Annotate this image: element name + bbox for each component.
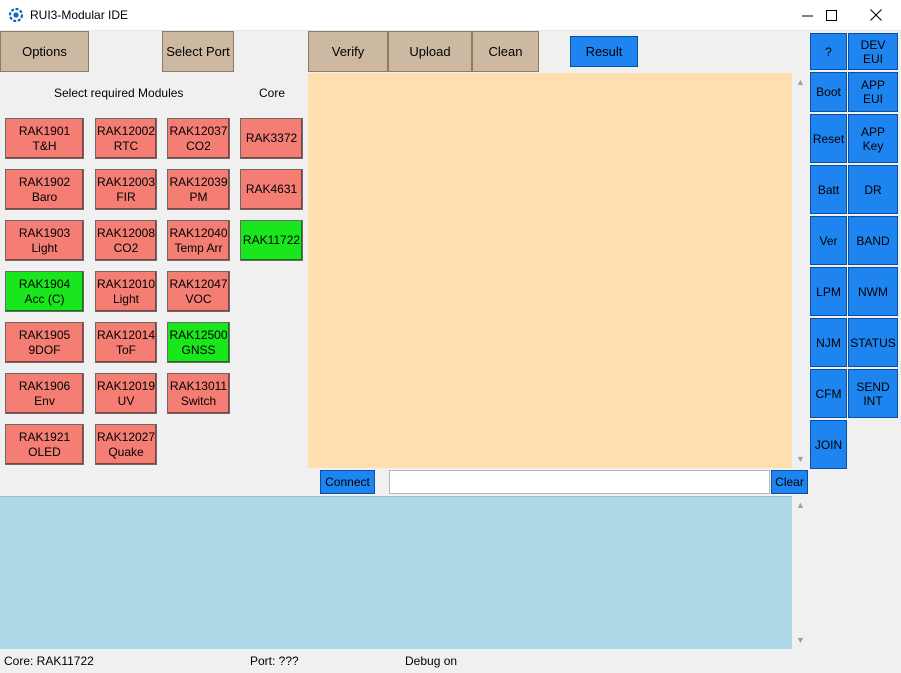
select-port-button[interactable]: Select Port (162, 31, 234, 72)
at-command-button[interactable]: DR (848, 165, 898, 214)
connect-button[interactable]: Connect (320, 470, 375, 494)
result-scrollbar[interactable]: ▲ ▼ (792, 73, 809, 468)
module-button[interactable]: RAK12037 CO2 (167, 118, 230, 159)
close-button[interactable] (853, 0, 899, 30)
core-button[interactable]: RAK3372 (240, 118, 303, 159)
module-button[interactable]: RAK12008 CO2 (95, 220, 157, 261)
serial-log-area[interactable] (0, 496, 792, 649)
close-icon (870, 9, 882, 21)
at-command-button[interactable]: DEV EUI (848, 33, 898, 70)
clear-button[interactable]: Clear (771, 470, 808, 494)
module-button[interactable]: RAK12039 PM (167, 169, 230, 210)
core-button[interactable]: RAK11722 (240, 220, 303, 261)
module-button[interactable]: RAK12003 FIR (95, 169, 157, 210)
result-button[interactable]: Result (570, 36, 638, 67)
at-command-button[interactable]: BAND (848, 216, 898, 265)
at-command-button[interactable]: JOIN (810, 420, 847, 469)
at-command-button[interactable]: Reset (810, 114, 847, 163)
scroll-up-icon[interactable]: ▲ (792, 498, 809, 512)
modules-heading: Select required Modules (54, 86, 184, 100)
at-command-button[interactable]: NJM (810, 318, 847, 367)
at-command-button[interactable]: APP EUI (848, 72, 898, 112)
status-port: Port: ??? (250, 654, 299, 668)
at-command-button[interactable]: Boot (810, 72, 847, 112)
scroll-up-icon[interactable]: ▲ (792, 75, 809, 89)
at-command-button[interactable]: CFM (810, 369, 847, 418)
status-debug: Debug on (405, 654, 458, 668)
result-output-area[interactable] (308, 73, 792, 468)
module-button[interactable]: RAK12027 Quake (95, 424, 157, 465)
module-button[interactable]: RAK1903 Light (5, 220, 84, 261)
module-button[interactable]: RAK1921 OLED (5, 424, 84, 465)
scroll-down-icon[interactable]: ▼ (792, 452, 809, 466)
module-button[interactable]: RAK12019 UV (95, 373, 157, 414)
module-button[interactable]: RAK12040 Temp Arr (167, 220, 230, 261)
module-button[interactable]: RAK12010 Light (95, 271, 157, 312)
core-heading: Core (259, 86, 286, 100)
core-button[interactable]: RAK4631 (240, 169, 303, 210)
at-command-button[interactable]: LPM (810, 267, 847, 316)
module-button[interactable]: RAK12047 VOC (167, 271, 230, 312)
module-button[interactable]: RAK1906 Env (5, 373, 84, 414)
module-button[interactable]: RAK13011 Switch (167, 373, 230, 414)
module-button[interactable]: RAK12500 GNSS (167, 322, 230, 363)
at-command-button[interactable]: APP Key (848, 114, 898, 163)
module-button[interactable]: RAK12002 RTC (95, 118, 157, 159)
module-button[interactable]: RAK1902 Baro (5, 169, 84, 210)
window-title: RUI3-Modular IDE (30, 8, 129, 22)
module-button[interactable]: RAK12014 ToF (95, 322, 157, 363)
module-button[interactable]: RAK1904 Acc (C) (5, 271, 84, 312)
title-bar: RUI3-Modular IDE (0, 0, 901, 31)
maximize-button[interactable] (808, 0, 854, 30)
at-command-button[interactable]: NWM (848, 267, 898, 316)
at-command-button[interactable]: Batt (810, 165, 847, 214)
app-logo-icon (8, 7, 24, 23)
at-command-button[interactable]: Ver (810, 216, 847, 265)
log-scrollbar[interactable]: ▲ ▼ (792, 496, 809, 649)
command-input[interactable] (389, 470, 770, 494)
verify-button[interactable]: Verify (308, 31, 388, 72)
module-button[interactable]: RAK1901 T&H (5, 118, 84, 159)
at-command-button[interactable]: ? (810, 33, 847, 70)
at-command-button[interactable]: SEND INT (848, 369, 898, 418)
clean-button[interactable]: Clean (472, 31, 539, 72)
status-core: Core: RAK11722 (4, 654, 94, 668)
options-button[interactable]: Options (0, 31, 89, 72)
upload-button[interactable]: Upload (388, 31, 472, 72)
module-button[interactable]: RAK1905 9DOF (5, 322, 84, 363)
maximize-icon (825, 9, 837, 21)
scroll-down-icon[interactable]: ▼ (792, 633, 809, 647)
at-command-button[interactable]: STATUS (848, 318, 898, 367)
